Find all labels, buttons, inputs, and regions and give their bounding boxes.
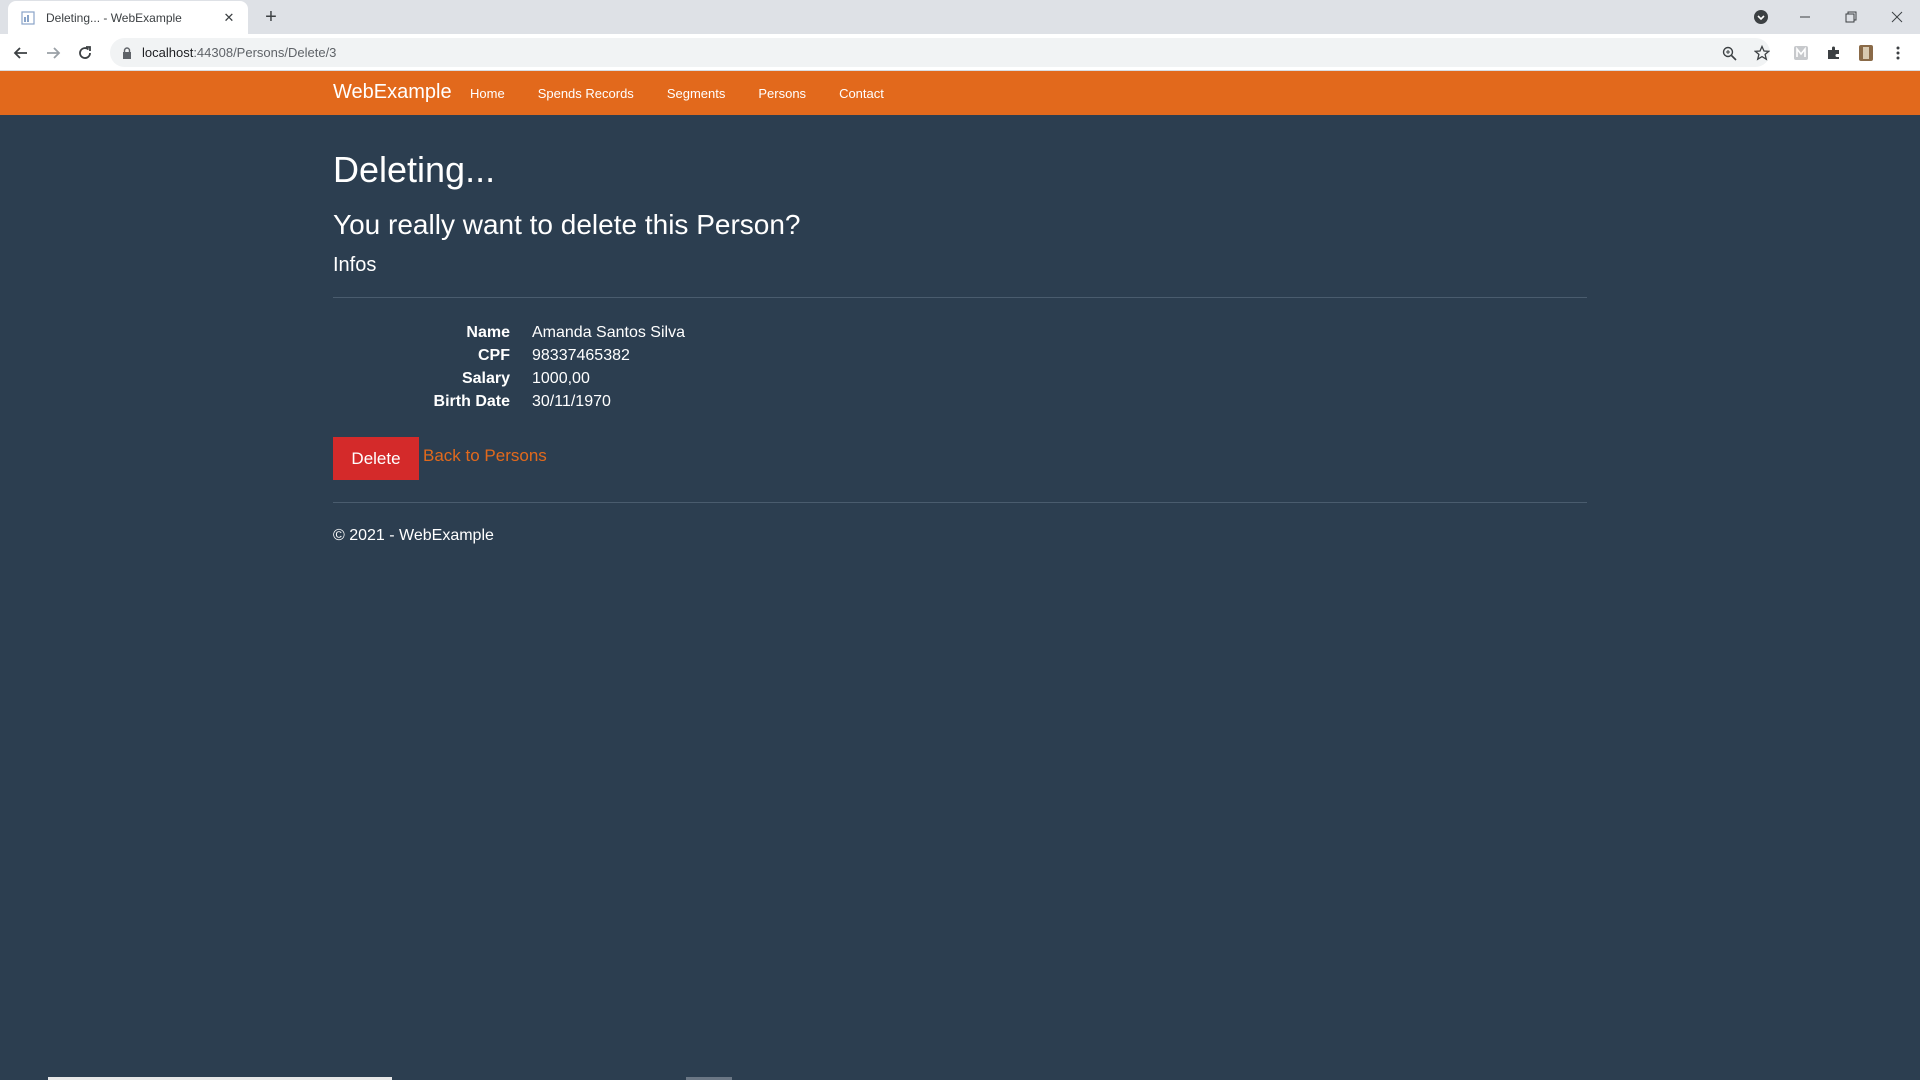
brand-link[interactable]: WebExample: [333, 81, 452, 104]
close-window-icon[interactable]: [1874, 0, 1920, 34]
delete-confirmation-question: You really want to delete this Person?: [333, 209, 801, 240]
footer-divider: [333, 502, 1587, 503]
reload-icon[interactable]: [72, 40, 98, 66]
page-favicon-icon: [20, 10, 36, 26]
detail-row-salary: Salary 1000,00: [333, 367, 933, 390]
address-bar[interactable]: localhost:44308/Persons/Delete/3: [110, 38, 1770, 67]
minimize-icon[interactable]: [1782, 0, 1828, 34]
detail-label: CPF: [478, 346, 510, 364]
detail-value: 1000,00: [532, 369, 590, 387]
delete-button[interactable]: Delete: [333, 437, 419, 480]
browser-tab-bar: Deleting... - WebExample ✕ +: [0, 0, 1920, 34]
nav-link-home[interactable]: Home: [470, 86, 505, 101]
nav-link-spends-records[interactable]: Spends Records: [538, 86, 634, 101]
tab-title: Deleting... - WebExample: [46, 10, 182, 25]
extension-m-icon[interactable]: [1790, 42, 1812, 64]
section-heading: Infos: [333, 254, 377, 276]
close-tab-icon[interactable]: ✕: [220, 9, 238, 27]
browser-menu-icon[interactable]: [1887, 42, 1909, 64]
detail-value: 98337465382: [532, 346, 630, 364]
bookmark-star-icon[interactable]: [1751, 42, 1773, 64]
detail-value: 30/11/1970: [532, 392, 611, 410]
divider: [333, 297, 1587, 298]
new-tab-icon[interactable]: +: [260, 6, 282, 28]
zoom-icon[interactable]: [1718, 42, 1740, 64]
extensions-puzzle-icon[interactable]: [1823, 42, 1845, 64]
lock-icon: [122, 46, 132, 59]
url-text: localhost:44308/Persons/Delete/3: [142, 45, 337, 60]
detail-label: Birth Date: [433, 392, 510, 410]
restore-icon[interactable]: [1828, 0, 1874, 34]
profile-avatar-icon[interactable]: [1855, 42, 1877, 64]
detail-value: Amanda Santos Silva: [532, 323, 685, 341]
nav-link-persons[interactable]: Persons: [758, 86, 806, 101]
forward-arrow-icon[interactable]: [40, 40, 66, 66]
footer-text: © 2021 - WebExample: [333, 527, 494, 544]
profile-dropdown-icon[interactable]: [1738, 0, 1784, 34]
nav-links: Home Spends Records Segments Persons Con…: [470, 71, 917, 115]
nav-link-contact[interactable]: Contact: [839, 86, 884, 101]
detail-label: Salary: [461, 369, 510, 387]
back-arrow-icon[interactable]: [8, 40, 34, 66]
page-title: Deleting...: [333, 149, 496, 190]
detail-row-cpf: CPF 98337465382: [333, 344, 933, 367]
detail-label: Name: [466, 323, 510, 341]
browser-toolbar: localhost:44308/Persons/Delete/3: [0, 34, 1920, 71]
site-navbar: WebExample Home Spends Records Segments …: [0, 71, 1920, 115]
person-details: Name Amanda Santos Silva CPF 98337465382…: [333, 321, 933, 413]
nav-link-segments[interactable]: Segments: [667, 86, 726, 101]
back-to-persons-link[interactable]: Back to Persons: [423, 446, 547, 466]
browser-tab[interactable]: Deleting... - WebExample ✕: [8, 1, 248, 34]
detail-row-name: Name Amanda Santos Silva: [333, 321, 933, 344]
detail-row-birth-date: Birth Date 30/11/1970: [333, 390, 933, 413]
